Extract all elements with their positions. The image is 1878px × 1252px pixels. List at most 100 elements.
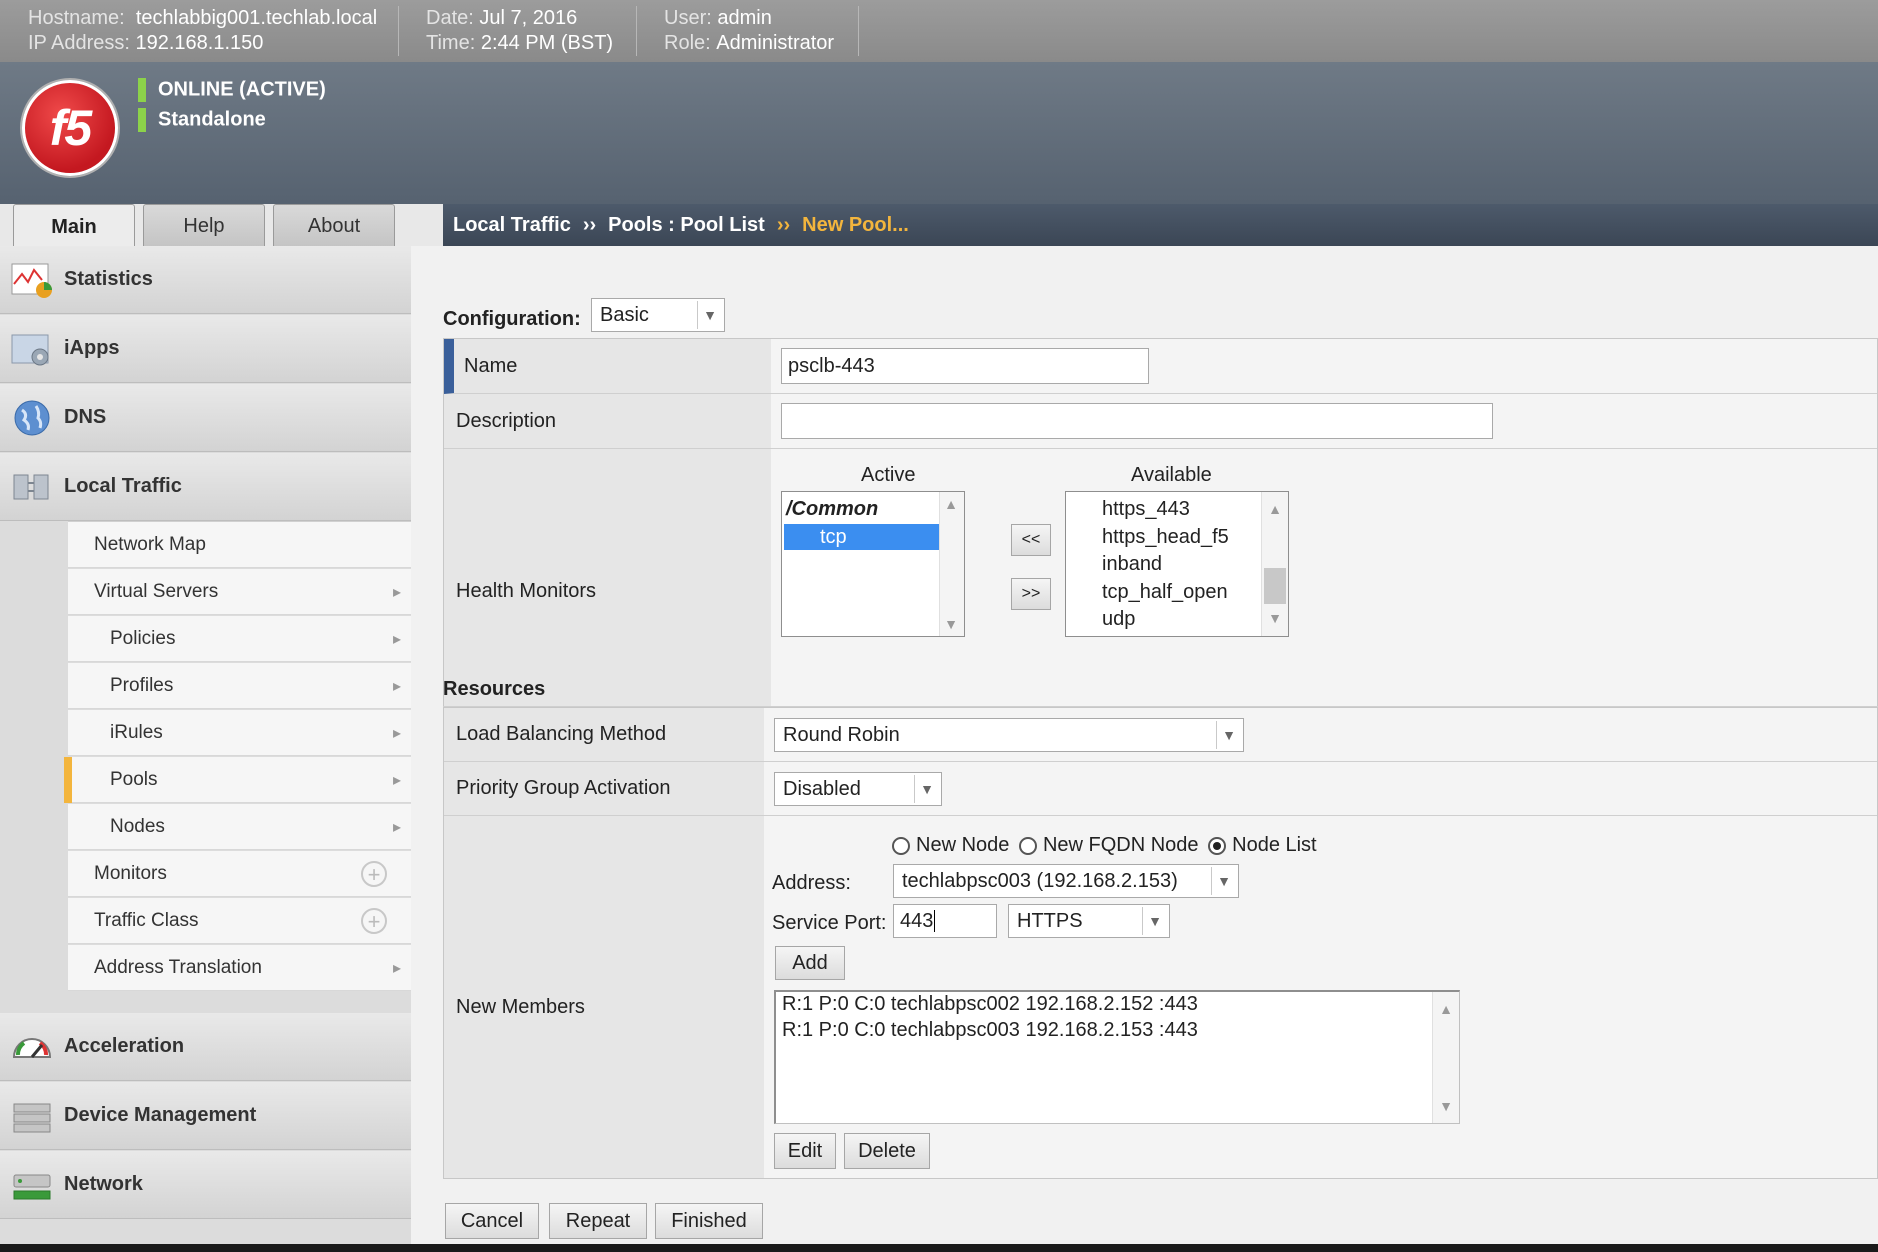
service-port-input[interactable]: 443	[893, 904, 997, 938]
move-right-button[interactable]: >>	[1011, 578, 1051, 610]
tab-help[interactable]: Help	[143, 204, 265, 247]
edit-button[interactable]: Edit	[774, 1133, 836, 1169]
chevron-up-icon[interactable]: ▲	[940, 496, 962, 512]
f5-logo[interactable]: f5	[22, 80, 118, 176]
sidebar-item-nodes[interactable]: Nodes ▸	[68, 804, 411, 850]
list-item[interactable]: udp	[1066, 606, 1288, 634]
list-item[interactable]: https_head_f5	[1066, 524, 1288, 552]
configuration-label: Configuration:	[443, 308, 581, 330]
scrollbar[interactable]: ▲ ▼	[939, 492, 964, 636]
priority-value: Disabled	[783, 777, 861, 800]
sidebar-section-device-management[interactable]: Device Management	[0, 1082, 411, 1150]
tab-about[interactable]: About	[273, 204, 395, 247]
sidebar-item-label: Policies	[110, 627, 176, 649]
globe-icon	[10, 398, 54, 438]
list-item[interactable]: https_443	[1066, 496, 1288, 524]
sidebar-item-pools[interactable]: Pools ▸	[64, 757, 411, 803]
sidebar-item-label: Virtual Servers	[94, 580, 219, 602]
radio-label: New Node	[916, 834, 1010, 856]
name-label: Name	[464, 354, 518, 377]
list-group: /Common	[786, 498, 879, 520]
sidebar-item-virtual-servers[interactable]: Virtual Servers ▸	[68, 569, 411, 615]
sidebar-section-local-traffic[interactable]: Local Traffic	[0, 453, 411, 521]
service-value: HTTPS	[1017, 909, 1083, 932]
radio-new-node[interactable]	[892, 836, 910, 855]
chevron-down-icon[interactable]: ▼	[1433, 1093, 1459, 1119]
list-item-selected[interactable]: tcp	[784, 524, 964, 550]
name-input[interactable]: psclb-443	[781, 348, 1149, 384]
radio-label: New FQDN Node	[1042, 834, 1199, 856]
cancel-button[interactable]: Cancel	[445, 1203, 539, 1239]
scrollbar[interactable]: ▲ ▼	[1261, 492, 1288, 636]
active-monitors-list[interactable]: /Common tcp ▲ ▼	[781, 491, 965, 637]
sidebar-section-network[interactable]: Network	[0, 1151, 411, 1219]
sidebar-item-address-translation[interactable]: Address Translation ▸	[68, 945, 411, 991]
sidebar-section-label: Acceleration	[64, 1035, 185, 1057]
member-item[interactable]: R:1 P:0 C:0 techlabpsc002 192.168.2.152 …	[776, 992, 1459, 1017]
address-select[interactable]: techlabpsc003 (192.168.2.153) ▼	[893, 864, 1239, 898]
chevron-up-icon[interactable]: ▲	[1262, 496, 1288, 524]
configuration-select[interactable]: Basic ▼	[591, 298, 725, 332]
add-button[interactable]: Add	[775, 946, 845, 980]
sidebar-item-policies[interactable]: Policies ▸	[68, 616, 411, 662]
sidebar-item-profiles[interactable]: Profiles ▸	[68, 663, 411, 709]
sidebar-section-iapps[interactable]: iApps	[0, 315, 411, 383]
repeat-button[interactable]: Repeat	[549, 1203, 647, 1239]
members-list[interactable]: R:1 P:0 C:0 techlabpsc002 192.168.2.152 …	[774, 990, 1460, 1124]
breadcrumb-pool-list[interactable]: Pools : Pool List	[608, 214, 765, 237]
finished-button[interactable]: Finished	[655, 1203, 763, 1239]
chevron-right-icon: ▸	[392, 583, 401, 601]
breadcrumb-local-traffic[interactable]: Local Traffic	[453, 214, 571, 237]
sidebar-section-label: iApps	[64, 337, 120, 359]
user-info: User: admin Role: Administrator	[664, 6, 834, 56]
user-value: admin	[717, 7, 772, 29]
description-input[interactable]	[781, 403, 1493, 439]
scrollbar[interactable]: ▲ ▼	[1432, 992, 1459, 1123]
scrollbar-thumb[interactable]	[1264, 568, 1286, 604]
host-info: Hostname: techlabbig001.techlab.local IP…	[28, 6, 377, 56]
tab-main[interactable]: Main	[13, 204, 135, 249]
priority-select[interactable]: Disabled ▼	[774, 772, 942, 806]
date-label: Date:	[426, 7, 474, 29]
list-item[interactable]: inband	[1066, 551, 1288, 579]
sidebar-item-traffic-class[interactable]: Traffic Class +	[68, 898, 411, 944]
mode-text: Standalone	[158, 108, 266, 131]
sidebar-section-dns[interactable]: DNS	[0, 384, 411, 452]
member-item[interactable]: R:1 P:0 C:0 techlabpsc003 192.168.2.153 …	[776, 1017, 1459, 1043]
radio-node-list[interactable]	[1208, 836, 1227, 855]
available-monitors-list[interactable]: https_443 https_head_f5 inband tcp_half_…	[1065, 491, 1289, 637]
list-item[interactable]: tcp_half_open	[1066, 579, 1288, 607]
chevron-down-icon: ▼	[1211, 867, 1236, 895]
text-cursor	[934, 910, 936, 932]
sidebar-item-label: Traffic Class	[94, 909, 199, 931]
chevron-up-icon[interactable]: ▲	[1433, 996, 1459, 1022]
sidebar-item-network-map[interactable]: Network Map	[68, 522, 411, 568]
chevron-down-icon[interactable]: ▼	[940, 616, 962, 632]
sidebar-item-label: Address Translation	[94, 956, 262, 978]
add-icon[interactable]: +	[361, 907, 387, 934]
sidebar-item-irules[interactable]: iRules ▸	[68, 710, 411, 756]
radio-new-fqdn-node[interactable]	[1018, 836, 1037, 855]
network-icon	[10, 1165, 54, 1205]
tab-help-label: Help	[183, 214, 225, 237]
service-select[interactable]: HTTPS ▼	[1008, 904, 1170, 938]
sidebar-section-acceleration[interactable]: Acceleration	[0, 1013, 411, 1081]
new-members-label: New Members	[456, 996, 585, 1018]
sidebar-section-statistics[interactable]: Statistics	[0, 246, 411, 314]
move-left-button[interactable]: <<	[1011, 524, 1051, 556]
add-icon[interactable]: +	[361, 860, 387, 887]
delete-button[interactable]: Delete	[844, 1133, 930, 1169]
health-monitors-label: Health Monitors	[456, 580, 597, 602]
sidebar-item-monitors[interactable]: Monitors +	[68, 851, 411, 897]
radio-label: Node List	[1232, 834, 1317, 856]
lb-method-select[interactable]: Round Robin ▼	[774, 718, 1244, 752]
sidebar-item-label: iRules	[110, 721, 163, 743]
new-members-row-label: New Members	[444, 816, 764, 1178]
sidebar-section-label: Local Traffic	[64, 475, 182, 497]
status-indicator	[138, 78, 146, 102]
chevron-down-icon[interactable]: ▼	[1262, 605, 1288, 633]
sidebar-item-label: Monitors	[94, 862, 167, 884]
name-row-label: Name	[444, 339, 771, 394]
chevron-right-icon: ▸	[392, 724, 401, 742]
breadcrumb-current: New Pool...	[802, 213, 909, 236]
